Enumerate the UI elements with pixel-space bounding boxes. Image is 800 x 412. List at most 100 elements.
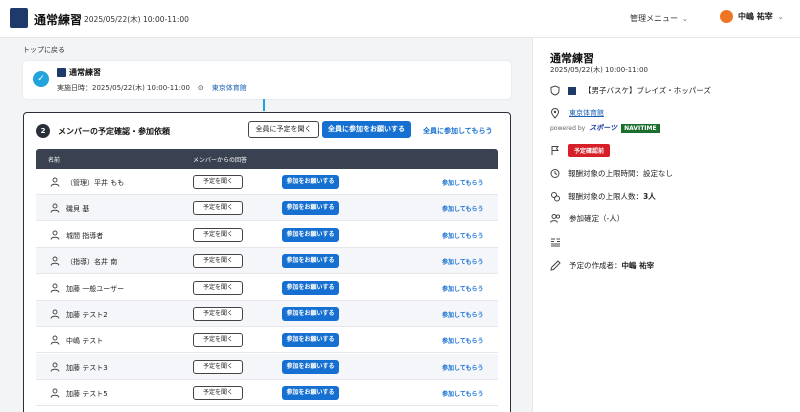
detail-datetime: 2025/05/22(木) 10:00-11:00 bbox=[550, 66, 648, 74]
main-panel: トップに戻る ✓ 通常練習 実施日時：2025/05/22(木) 10:00-1… bbox=[0, 38, 532, 412]
detail-panel: 通常練習 2025/05/22(木) 10:00-11:00 【男子バスケ】ブレ… bbox=[532, 38, 800, 412]
confirmed-count: 参加確定（-人） bbox=[569, 214, 625, 223]
members-card: 2 メンバーの予定確認・参加依頼 全員に予定を聞く 全員に参加をお願いする 全員… bbox=[23, 112, 511, 412]
table-row: （指導）名井 南 予定を聞く 参加をお願いする 参加してもらう bbox=[36, 248, 498, 275]
ask-schedule-button[interactable]: 予定を聞く bbox=[193, 307, 243, 321]
navitime-logo: NAVITIME bbox=[621, 123, 660, 133]
member-name: 加藤 テスト3 bbox=[66, 363, 108, 372]
creator-text: 予定の作成者：中嶋 祐宰 bbox=[569, 260, 654, 271]
avatar bbox=[720, 10, 733, 23]
reward-time: 報酬対象の上限時間：設定なし bbox=[568, 169, 673, 178]
shield-icon bbox=[550, 85, 560, 96]
col-name: 名前 bbox=[48, 157, 61, 164]
person-icon bbox=[50, 256, 60, 266]
request-join-button[interactable]: 参加をお願いする bbox=[282, 333, 339, 348]
admin-menu-label: 管理メニュー bbox=[630, 14, 678, 23]
confirmed-row: 参加確定（-人） bbox=[550, 213, 624, 224]
event-title: 通常練習 bbox=[69, 68, 101, 77]
col-response: メンバーからの回答 bbox=[193, 157, 248, 164]
join-link[interactable]: 参加してもらう bbox=[442, 257, 484, 266]
team-logo-icon bbox=[57, 68, 66, 77]
flag-icon bbox=[551, 146, 559, 155]
ask-schedule-button[interactable]: 予定を聞く bbox=[193, 333, 243, 348]
table-row: 加藤 テスト5 予定を聞く 参加をお願いする 参加してもらう bbox=[36, 380, 498, 407]
team-name: 【男子バスケ】ブレイズ・ホッパーズ bbox=[584, 86, 711, 95]
table-row: 加藤 テスト3 予定を聞く 参加をお願いする 参加してもらう bbox=[36, 353, 498, 380]
join-link[interactable]: 参加してもらう bbox=[442, 284, 484, 293]
event-meta: 実施日時：2025/05/22(木) 10:00-11:00 ⊙ 東京体育館 bbox=[57, 83, 247, 93]
request-join-button[interactable]: 参加をお願いする bbox=[282, 227, 339, 242]
powered-by-label: powered by bbox=[550, 124, 586, 132]
member-name: （管理）平井 もも bbox=[66, 179, 125, 187]
table-row: 磯貝 基 予定を聞く 参加をお願いする 参加してもらう bbox=[36, 195, 498, 222]
member-name: 加藤 テスト5 bbox=[66, 390, 108, 399]
reward-people-text: 報酬対象の上限人数：3人 bbox=[568, 191, 656, 202]
ask-schedule-button[interactable]: 予定を聞く bbox=[193, 280, 243, 295]
chevron-down-icon: ⌄ bbox=[777, 12, 784, 21]
join-link[interactable]: 参加してもらう bbox=[442, 389, 484, 398]
status-row: 予定確認前 bbox=[550, 144, 611, 157]
request-join-button[interactable]: 参加をお願いする bbox=[282, 359, 339, 374]
team-logo-icon bbox=[568, 86, 576, 95]
ask-schedule-button[interactable]: 予定を聞く bbox=[193, 254, 243, 269]
table-row: 城間 指導者 予定を聞く 参加をお願いする 参加してもらう bbox=[36, 222, 498, 248]
request-all-button[interactable]: 全員に参加をお願いする bbox=[322, 121, 411, 138]
admin-menu-button[interactable]: 管理メニュー ⌄ bbox=[630, 13, 688, 24]
table-row: （管理）平井 もも 予定を聞く 参加をお願いする 参加してもらう bbox=[36, 169, 498, 195]
ask-schedule-button[interactable]: 予定を聞く bbox=[193, 359, 243, 374]
ask-schedule-button[interactable]: 予定を聞く bbox=[193, 175, 243, 189]
join-link[interactable]: 参加してもらう bbox=[442, 363, 484, 372]
join-link[interactable]: 参加してもらう bbox=[442, 204, 484, 213]
user-menu-button[interactable]: 中嶋 祐宰 ⌄ bbox=[720, 10, 784, 23]
location-link[interactable]: 東京体育館 bbox=[569, 108, 604, 118]
person-icon bbox=[50, 335, 60, 346]
ask-schedule-button[interactable]: 予定を聞く bbox=[193, 201, 243, 216]
step-connector bbox=[263, 99, 265, 111]
person-icon bbox=[50, 309, 60, 319]
request-join-button[interactable]: 参加をお願いする bbox=[282, 175, 339, 189]
back-link[interactable]: トップに戻る bbox=[23, 45, 65, 55]
creator-name: 中嶋 祐宰 bbox=[621, 261, 655, 270]
people-coin-icon bbox=[551, 192, 560, 202]
users-icon bbox=[550, 214, 561, 223]
join-link[interactable]: 参加してもらう bbox=[442, 231, 484, 240]
event-location-link[interactable]: 東京体育館 bbox=[212, 83, 247, 93]
reward-people-value: 3人 bbox=[643, 192, 656, 201]
location-row bbox=[550, 108, 560, 119]
user-name: 中嶋 祐宰 bbox=[738, 12, 773, 21]
location-pin-icon bbox=[550, 108, 560, 119]
table-row: 加藤 テスト2 予定を聞く 参加をお願いする 参加してもらう bbox=[36, 301, 498, 327]
powered-by: powered by スポーツ NAVITIME bbox=[550, 123, 660, 133]
request-join-button[interactable]: 参加をお願いする bbox=[282, 280, 339, 295]
join-link[interactable]: 参加してもらう bbox=[442, 336, 484, 345]
request-join-button[interactable]: 参加をお願いする bbox=[282, 201, 339, 216]
table-row: 中嶋 テスト 予定を聞く 参加をお願いする 参加してもらう bbox=[36, 327, 498, 354]
member-name: 加藤 テスト2 bbox=[66, 311, 108, 319]
clock-icon bbox=[550, 169, 560, 178]
person-icon bbox=[50, 388, 60, 398]
notes-row bbox=[550, 237, 561, 248]
section-title: メンバーの予定確認・参加依頼 bbox=[58, 127, 170, 136]
person-icon bbox=[50, 203, 60, 214]
reward-people-label: 報酬対象の上限人数： bbox=[568, 192, 643, 201]
request-join-button[interactable]: 参加をお願いする bbox=[282, 254, 339, 269]
event-datetime-label: 実施日時： bbox=[57, 84, 92, 92]
top-bar: 通常練習 2025/05/22(木) 10:00-11:00 管理メニュー ⌄ … bbox=[0, 0, 800, 38]
join-all-link[interactable]: 全員に参加してもらう bbox=[423, 126, 492, 136]
reward-people-row: 報酬対象の上限人数：3人 bbox=[550, 191, 656, 202]
team-logo-icon[interactable] bbox=[10, 8, 28, 28]
request-join-button[interactable]: 参加をお願いする bbox=[282, 307, 339, 321]
team-row: 【男子バスケ】ブレイズ・ホッパーズ bbox=[550, 85, 711, 96]
table-row: 加藤 一般ユーザー 予定を聞く 参加をお願いする 参加してもらう bbox=[36, 275, 498, 301]
request-join-button[interactable]: 参加をお願いする bbox=[282, 386, 339, 401]
pencil-icon bbox=[550, 260, 561, 271]
join-link[interactable]: 参加してもらう bbox=[442, 178, 484, 187]
ask-all-button[interactable]: 全員に予定を聞く bbox=[248, 121, 319, 138]
step-number: 2 bbox=[36, 124, 50, 138]
member-name: （指導）名井 南 bbox=[66, 258, 118, 267]
ask-schedule-button[interactable]: 予定を聞く bbox=[193, 227, 243, 242]
sports-logo: スポーツ bbox=[589, 124, 618, 132]
event-summary-card: ✓ 通常練習 実施日時：2025/05/22(木) 10:00-11:00 ⊙ … bbox=[23, 61, 511, 99]
ask-schedule-button[interactable]: 予定を聞く bbox=[193, 386, 243, 401]
join-link[interactable]: 参加してもらう bbox=[442, 310, 484, 319]
